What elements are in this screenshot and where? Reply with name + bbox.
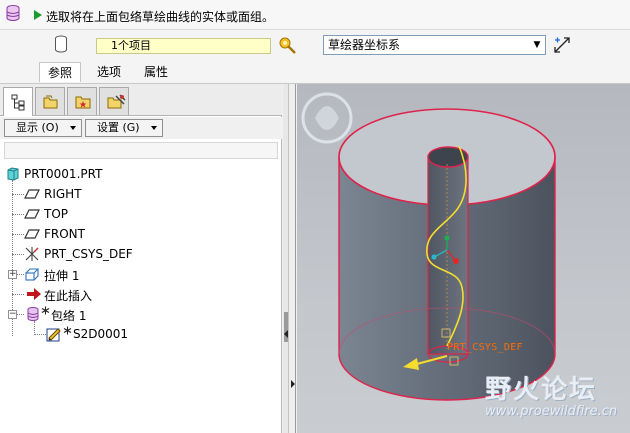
navigator-toolbar: 显示 (O) 设置 (G)	[0, 117, 282, 139]
tree-item-part[interactable]: PRT0001.PRT	[0, 164, 282, 184]
tree-item-label: PRT0001.PRT	[24, 167, 103, 181]
tree-item-label: PRT_CSYS_DEF	[44, 247, 133, 261]
collapse-left-icon[interactable]	[284, 330, 288, 338]
graphics-window[interactable]: PRT_CSYS_DEF 野火论坛 www.proewildfire.cn	[297, 84, 630, 433]
selection-collector[interactable]: 1个项目	[96, 38, 271, 54]
chevron-down-icon	[70, 126, 76, 130]
tree-item-top[interactable]: TOP	[0, 204, 282, 224]
folder-layers-icon	[43, 95, 58, 109]
sketch-icon	[46, 328, 61, 342]
asterisk-icon	[41, 306, 50, 315]
tree-item-label: RIGHT	[44, 187, 82, 201]
dashboard-tabs: 参照 选项 属性	[0, 60, 630, 83]
model-tree-icon	[11, 94, 25, 111]
expand-right-icon[interactable]	[291, 380, 295, 388]
navigator-tabs	[0, 84, 282, 116]
watermark-title: 野火论坛	[485, 375, 598, 405]
datum-plane-icon	[24, 229, 40, 239]
tree-item-label: 包络 1	[51, 309, 87, 323]
collapse-icon[interactable]: −	[8, 310, 17, 319]
datum-plane-icon	[24, 209, 40, 219]
model-navigator: 显示 (O) 设置 (G) PRT0001.PRT RIGHT TOP FRON…	[0, 84, 282, 433]
show-menu-label: 显示 (O)	[16, 121, 59, 134]
tree-item-insert-here[interactable]: 在此插入	[0, 284, 282, 304]
tree-item-label: 在此插入	[44, 289, 93, 303]
browser-splitter[interactable]	[289, 84, 296, 433]
tab-connections[interactable]	[99, 87, 129, 115]
direction-combo[interactable]: 草绘器坐标系 ▼	[323, 35, 546, 55]
tree-item-sketch[interactable]: S2D0001	[0, 324, 282, 344]
expand-icon[interactable]: +	[8, 270, 17, 279]
tree-item-label: 拉伸 1	[44, 269, 80, 283]
tree-item-label: FRONT	[44, 227, 85, 241]
show-menu-button[interactable]: 显示 (O)	[4, 119, 82, 137]
settings-menu-button[interactable]: 设置 (G)	[85, 119, 163, 137]
extrude-icon	[25, 268, 39, 281]
insert-here-icon	[27, 288, 41, 300]
chevron-down-icon[interactable]: ▼	[529, 36, 545, 54]
csys-label: PRT_CSYS_DEF	[447, 342, 523, 353]
model-tree: PRT0001.PRT RIGHT TOP FRONT PRT_CSYS_DEF…	[0, 164, 282, 433]
settings-menu-label: 设置 (G)	[97, 121, 140, 134]
wrap-feature-dashboard: 选取将在上面包络草绘曲线的实体或面组。 1个项目 草绘器坐标系 ▼ 参照 选项 …	[0, 0, 630, 84]
tree-item-right[interactable]: RIGHT	[0, 184, 282, 204]
csys-icon	[25, 247, 39, 261]
tab-favorites[interactable]	[67, 87, 97, 115]
connections-icon	[107, 94, 126, 109]
solid-surface-icon	[55, 35, 67, 53]
dashboard-controls: 1个项目 草绘器坐标系 ▼	[0, 32, 630, 60]
tab-properties[interactable]: 属性	[136, 62, 176, 82]
tree-item-label: TOP	[44, 207, 69, 221]
tree-item-extrude[interactable]: + 拉伸 1	[0, 264, 282, 284]
favorites-folder-icon	[75, 96, 91, 109]
tab-folder-browser[interactable]	[35, 87, 65, 115]
prompt-arrow-icon	[34, 10, 42, 20]
part-icon	[7, 167, 19, 181]
hole-top-edge	[427, 146, 469, 168]
pick-reference-icon[interactable]	[277, 35, 299, 57]
tab-options[interactable]: 选项	[89, 62, 129, 82]
tree-item-csys[interactable]: PRT_CSYS_DEF	[0, 244, 282, 264]
watermark-logo-icon	[301, 92, 353, 144]
wrap-feature-icon	[6, 5, 20, 21]
prompt-message: 选取将在上面包络草绘曲线的实体或面组。	[46, 10, 275, 24]
tab-model-tree[interactable]	[3, 87, 33, 116]
flip-direction-icon[interactable]	[552, 35, 572, 55]
watermark-url: www.proewildfire.cn	[485, 404, 618, 419]
tab-references[interactable]: 参照	[39, 62, 82, 82]
chevron-down-icon	[151, 126, 157, 130]
tree-item-label: S2D0001	[73, 327, 129, 341]
wrap-icon	[27, 307, 39, 321]
direction-combo-value: 草绘器坐标系	[328, 38, 401, 52]
message-area: 选取将在上面包络草绘曲线的实体或面组。	[0, 0, 630, 30]
tree-item-front[interactable]: FRONT	[0, 224, 282, 244]
tree-filter-bar[interactable]	[4, 142, 278, 159]
datum-plane-icon	[24, 189, 40, 199]
asterisk-icon	[63, 326, 72, 335]
tree-item-wrap[interactable]: − 包络 1	[0, 304, 282, 324]
